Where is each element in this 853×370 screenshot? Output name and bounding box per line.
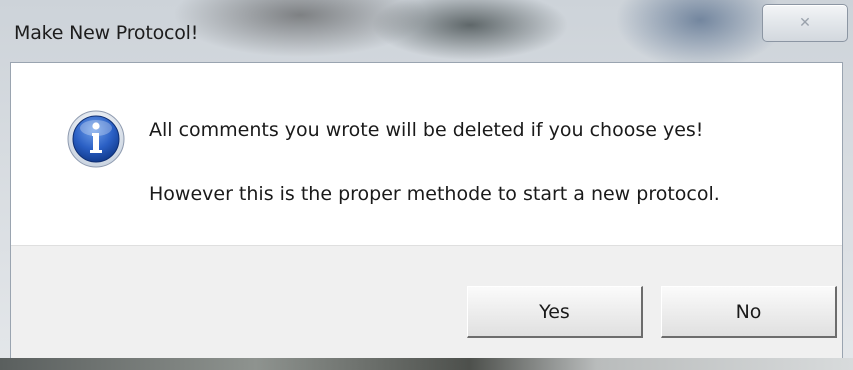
title-bar[interactable]: Make New Protocol! ✕ xyxy=(0,0,853,62)
message-line-2: However this is the proper methode to st… xyxy=(149,183,720,205)
no-button[interactable]: No xyxy=(661,286,837,338)
dialog-client-area: All comments you wrote will be deleted i… xyxy=(10,62,843,358)
yes-button[interactable]: Yes xyxy=(467,286,643,338)
message-area: All comments you wrote will be deleted i… xyxy=(11,63,842,245)
close-icon: ✕ xyxy=(799,15,811,31)
button-bar: Yes No xyxy=(11,245,842,358)
close-button[interactable]: ✕ xyxy=(762,4,848,42)
window-frame-bottom-edge xyxy=(0,358,853,370)
dialog-window: Make New Protocol! ✕ All comments you wr… xyxy=(0,0,853,370)
message-line-1: All comments you wrote will be deleted i… xyxy=(149,119,704,141)
info-icon xyxy=(67,110,125,168)
window-title: Make New Protocol! xyxy=(14,22,199,44)
